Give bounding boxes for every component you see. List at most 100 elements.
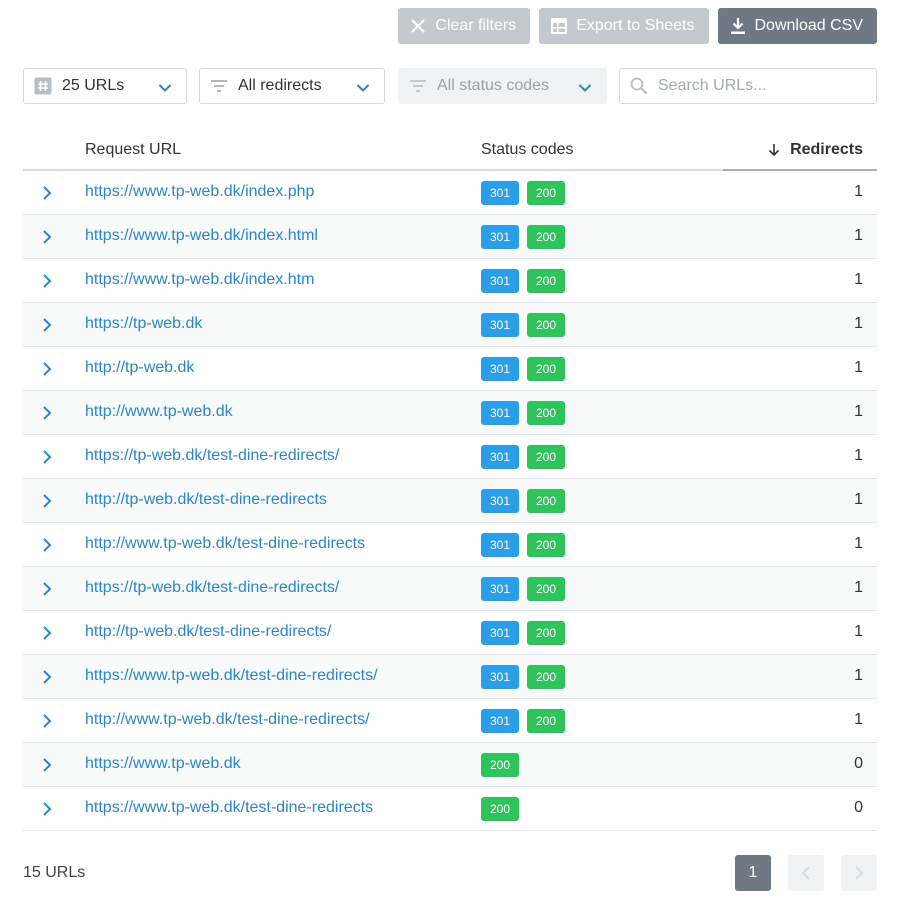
- arrow-down-icon: [769, 144, 780, 157]
- request-url-link[interactable]: http://www.tp-web.dk/test-dine-redirects: [85, 535, 365, 553]
- table-row[interactable]: http://tp-web.dk 301 200 1: [23, 347, 877, 391]
- chevron-down-icon: [356, 80, 370, 98]
- chevron-right-icon[interactable]: [41, 493, 57, 509]
- request-url-link[interactable]: https://www.tp-web.dk/test-dine-redirect…: [85, 667, 378, 685]
- table-row[interactable]: https://www.tp-web.dk/index.htm 301 200 1: [23, 259, 877, 303]
- urls-count-value: 25 URLs: [62, 77, 125, 94]
- table-row[interactable]: https://tp-web.dk/test-dine-redirects/30…: [23, 435, 877, 479]
- chevron-right-icon[interactable]: [41, 801, 57, 817]
- chevron-right-icon[interactable]: [41, 713, 57, 729]
- status-codes: 301 200: [481, 621, 565, 645]
- status-badge-301: 301: [481, 489, 519, 513]
- status-badge-200: 200: [527, 225, 565, 249]
- filter-icon: [409, 77, 427, 95]
- status-codes: 301 200: [481, 357, 565, 381]
- status-badge-200: 200: [527, 709, 565, 733]
- chevron-right-icon[interactable]: [41, 405, 57, 421]
- table-row[interactable]: https://www.tp-web.dk/index.html 301 200 1: [23, 215, 877, 259]
- search-input[interactable]: Search URLs...: [619, 68, 877, 104]
- status-badge-301: 301: [481, 401, 519, 425]
- chevron-right-icon[interactable]: [41, 669, 57, 685]
- status-badge-200: 200: [527, 577, 565, 601]
- chevron-right-icon[interactable]: [41, 757, 57, 773]
- request-url-link[interactable]: https://tp-web.dk/test-dine-redirects/: [85, 447, 339, 465]
- download-icon: [728, 16, 748, 36]
- redirects-header-label: Redirects: [790, 141, 863, 158]
- table-row[interactable]: https://www.tp-web.dk/index.php 301 200 1: [23, 171, 877, 215]
- request-url-link[interactable]: http://www.tp-web.dk/test-dine-redirects…: [85, 711, 370, 729]
- request-url-link[interactable]: https://tp-web.dk: [85, 315, 202, 333]
- column-header-redirects[interactable]: Redirects: [768, 141, 863, 159]
- redirect-count: 1: [854, 447, 863, 464]
- chevron-right-icon[interactable]: [41, 449, 57, 465]
- column-header-status-codes[interactable]: Status codes: [481, 141, 574, 159]
- chevron-right-icon[interactable]: [41, 185, 57, 201]
- urls-count-select[interactable]: 25 URLs: [23, 68, 187, 104]
- table-row[interactable]: https://www.tp-web.dk/test-dine-redirect…: [23, 787, 877, 831]
- table-row[interactable]: https://www.tp-web.dk/test-dine-redirect…: [23, 655, 877, 699]
- table-row[interactable]: http://www.tp-web.dk/test-dine-redirects…: [23, 523, 877, 567]
- chevron-right-icon[interactable]: [41, 581, 57, 597]
- status-badge-200: 200: [527, 181, 565, 205]
- table-row[interactable]: https://tp-web.dk 301 200 1: [23, 303, 877, 347]
- request-url-link[interactable]: http://tp-web.dk/test-dine-redirects/: [85, 623, 331, 641]
- chevron-right-icon[interactable]: [41, 273, 57, 289]
- clear-filters-button[interactable]: Clear filters: [398, 8, 531, 44]
- status-badge-301: 301: [481, 709, 519, 733]
- redirect-count: 1: [854, 623, 863, 640]
- chevron-right-icon[interactable]: [41, 361, 57, 377]
- table-row[interactable]: http://tp-web.dk/test-dine-redirects 301 2…: [23, 479, 877, 523]
- redirects-select[interactable]: All redirects: [199, 68, 385, 104]
- page-button[interactable]: 1: [735, 855, 771, 891]
- export-sheets-label: Export to Sheets: [576, 17, 695, 34]
- prev-page-button[interactable]: [788, 855, 824, 891]
- download-csv-button[interactable]: Download CSV: [717, 8, 877, 44]
- status-codes: 301 200: [481, 313, 565, 337]
- table-row[interactable]: https://www.tp-web.dk 200 0: [23, 743, 877, 787]
- hash-icon: [34, 77, 52, 95]
- status-codes: 301 200: [481, 181, 565, 205]
- export-sheets-button[interactable]: Export to Sheets: [539, 8, 709, 44]
- next-page-button[interactable]: [841, 855, 877, 891]
- redirect-count: 1: [854, 491, 863, 508]
- chevron-right-icon[interactable]: [41, 625, 57, 641]
- status-badge-301: 301: [481, 225, 519, 249]
- request-url-link[interactable]: http://tp-web.dk: [85, 359, 194, 377]
- sheets-icon: [549, 16, 569, 36]
- status-badge-200: 200: [481, 753, 519, 777]
- chevron-right-icon[interactable]: [41, 537, 57, 553]
- request-url-link[interactable]: https://tp-web.dk/test-dine-redirects/: [85, 579, 339, 597]
- table-row[interactable]: http://tp-web.dk/test-dine-redirects/301…: [23, 611, 877, 655]
- redirect-count: 0: [854, 755, 863, 772]
- chevron-right-icon[interactable]: [41, 229, 57, 245]
- request-url-link[interactable]: http://www.tp-web.dk: [85, 403, 233, 421]
- status-badge-200: 200: [527, 445, 565, 469]
- request-url-link[interactable]: https://www.tp-web.dk/index.php: [85, 183, 314, 201]
- search-placeholder: Search URLs...: [658, 77, 767, 94]
- chevron-left-icon: [801, 866, 810, 880]
- redirect-count: 0: [854, 799, 863, 816]
- table-row[interactable]: http://www.tp-web.dk 301 200 1: [23, 391, 877, 435]
- status-badge-301: 301: [481, 577, 519, 601]
- request-url-link[interactable]: https://www.tp-web.dk/test-dine-redirect…: [85, 799, 373, 817]
- status-badge-200: 200: [481, 797, 519, 821]
- request-url-link[interactable]: https://www.tp-web.dk/index.html: [85, 227, 318, 245]
- status-badge-200: 200: [527, 665, 565, 689]
- table-row[interactable]: https://tp-web.dk/test-dine-redirects/30…: [23, 567, 877, 611]
- search-icon: [630, 77, 648, 95]
- table-row[interactable]: http://www.tp-web.dk/test-dine-redirects…: [23, 699, 877, 743]
- status-codes: 301 200: [481, 533, 565, 557]
- request-url-link[interactable]: https://www.tp-web.dk/index.htm: [85, 271, 314, 289]
- chevron-right-icon[interactable]: [41, 317, 57, 333]
- request-url-link[interactable]: http://tp-web.dk/test-dine-redirects: [85, 491, 327, 509]
- redirect-count: 1: [854, 535, 863, 552]
- redirects-select-value: All redirects: [238, 77, 322, 94]
- status-badge-301: 301: [481, 181, 519, 205]
- status-codes: 301 200: [481, 401, 565, 425]
- column-header-request-url[interactable]: Request URL: [85, 141, 181, 159]
- status-codes: 301 200: [481, 577, 565, 601]
- status-badge-200: 200: [527, 489, 565, 513]
- table-body: https://www.tp-web.dk/index.php 301 200 1 ht…: [23, 171, 877, 831]
- request-url-link[interactable]: https://www.tp-web.dk: [85, 755, 241, 773]
- status-codes-select[interactable]: All status codes: [398, 68, 607, 104]
